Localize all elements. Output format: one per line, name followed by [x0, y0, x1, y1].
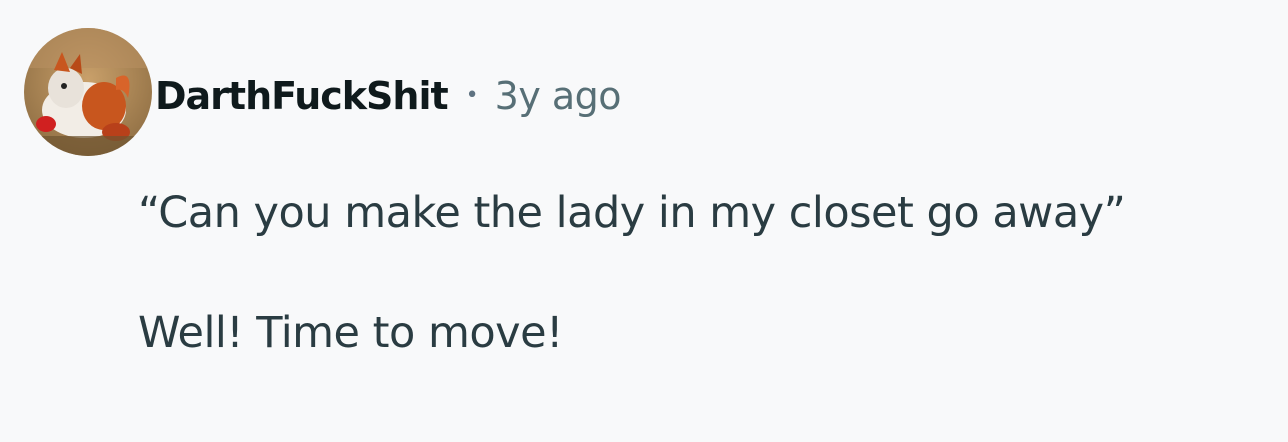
comment-paragraph: Well! Time to move! — [138, 308, 563, 358]
comment-paragraph: “Can you make the lady in my closet go a… — [138, 188, 1126, 238]
comment-body: “Can you make the lady in my closet go a… — [138, 188, 1278, 358]
username-link[interactable]: DarthFuckShit — [155, 74, 449, 118]
avatar-image — [24, 28, 152, 156]
separator-dot: • — [465, 82, 479, 108]
comment-meta: DarthFuckShit • 3y ago — [155, 68, 622, 124]
comment: DarthFuckShit • 3y ago “Can you make the… — [0, 0, 1288, 442]
timestamp-link[interactable]: 3y ago — [495, 74, 622, 118]
user-avatar-icon[interactable] — [24, 28, 152, 156]
